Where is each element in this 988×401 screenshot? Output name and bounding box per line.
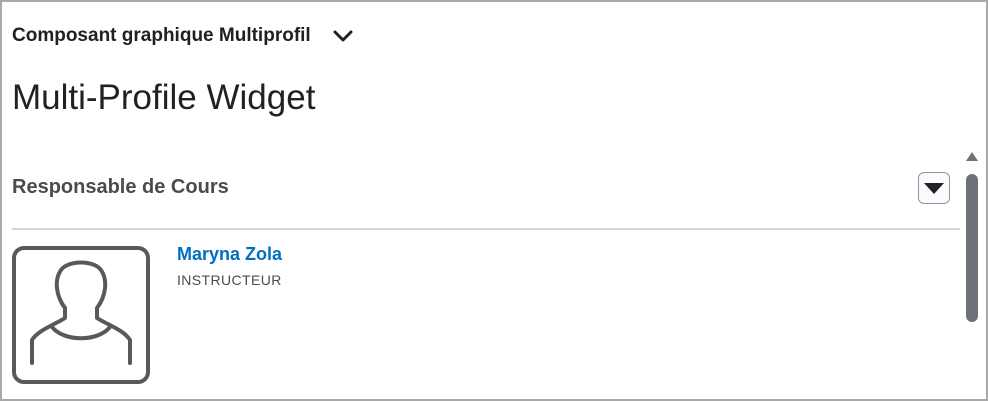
profile-name-link[interactable]: Maryna Zola	[177, 244, 282, 265]
scroll-up-arrow-icon[interactable]	[965, 150, 979, 162]
section-collapse-button[interactable]	[918, 172, 950, 204]
widget-content: Responsable de Cours Maryna Zola INSTRUC…	[12, 150, 962, 399]
widget-selector[interactable]: Composant graphique Multiprofil	[12, 20, 353, 52]
profile-card: Maryna Zola INSTRUCTEUR	[12, 244, 960, 399]
widget-selector-label: Composant graphique Multiprofil	[12, 25, 311, 46]
caret-down-icon	[924, 183, 944, 194]
section-header: Responsable de Cours	[12, 172, 960, 208]
avatar	[12, 246, 150, 384]
page-title: Multi-Profile Widget	[12, 78, 316, 117]
profile-role: INSTRUCTEUR	[177, 272, 282, 288]
vertical-scrollbar[interactable]	[964, 150, 980, 399]
chevron-down-icon[interactable]	[333, 29, 353, 43]
section-divider	[12, 228, 960, 230]
widget-frame: Composant graphique Multiprofil Multi-Pr…	[0, 0, 988, 401]
user-silhouette-icon	[30, 260, 132, 365]
section-title: Responsable de Cours	[12, 176, 229, 198]
scrollbar-thumb[interactable]	[966, 174, 978, 322]
